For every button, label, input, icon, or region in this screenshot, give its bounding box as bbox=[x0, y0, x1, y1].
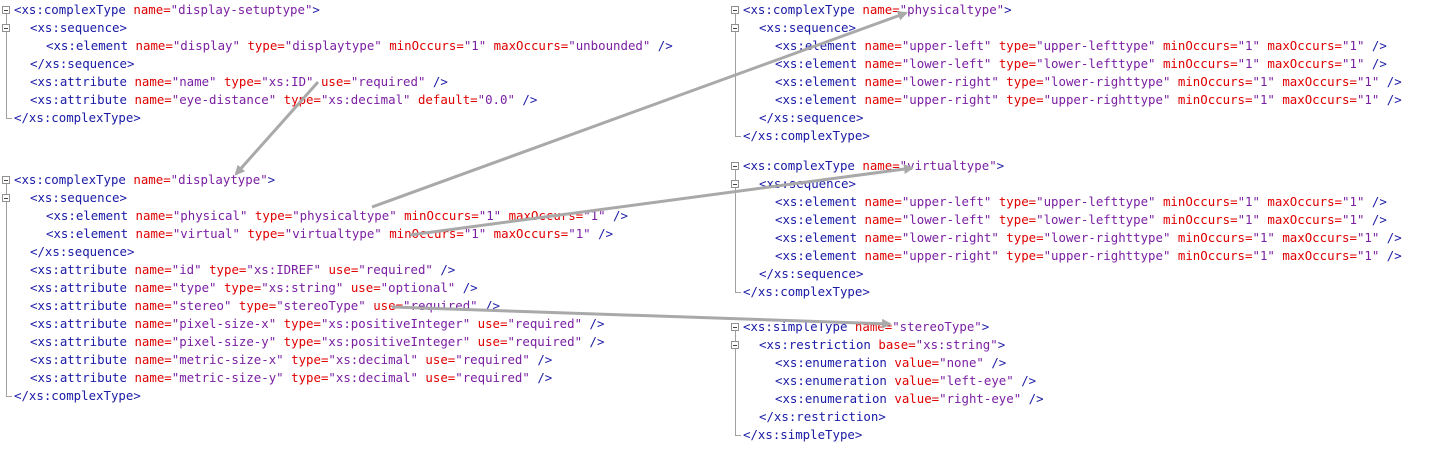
arrow-display-to-displaytype bbox=[234, 81, 320, 176]
reference-arrows bbox=[234, 11, 914, 329]
arrow-physical-to-physicaltype bbox=[371, 11, 908, 209]
arrow-stereo-to-stereotype bbox=[391, 305, 892, 329]
arrow-virtual-to-virtualtype bbox=[409, 164, 914, 237]
